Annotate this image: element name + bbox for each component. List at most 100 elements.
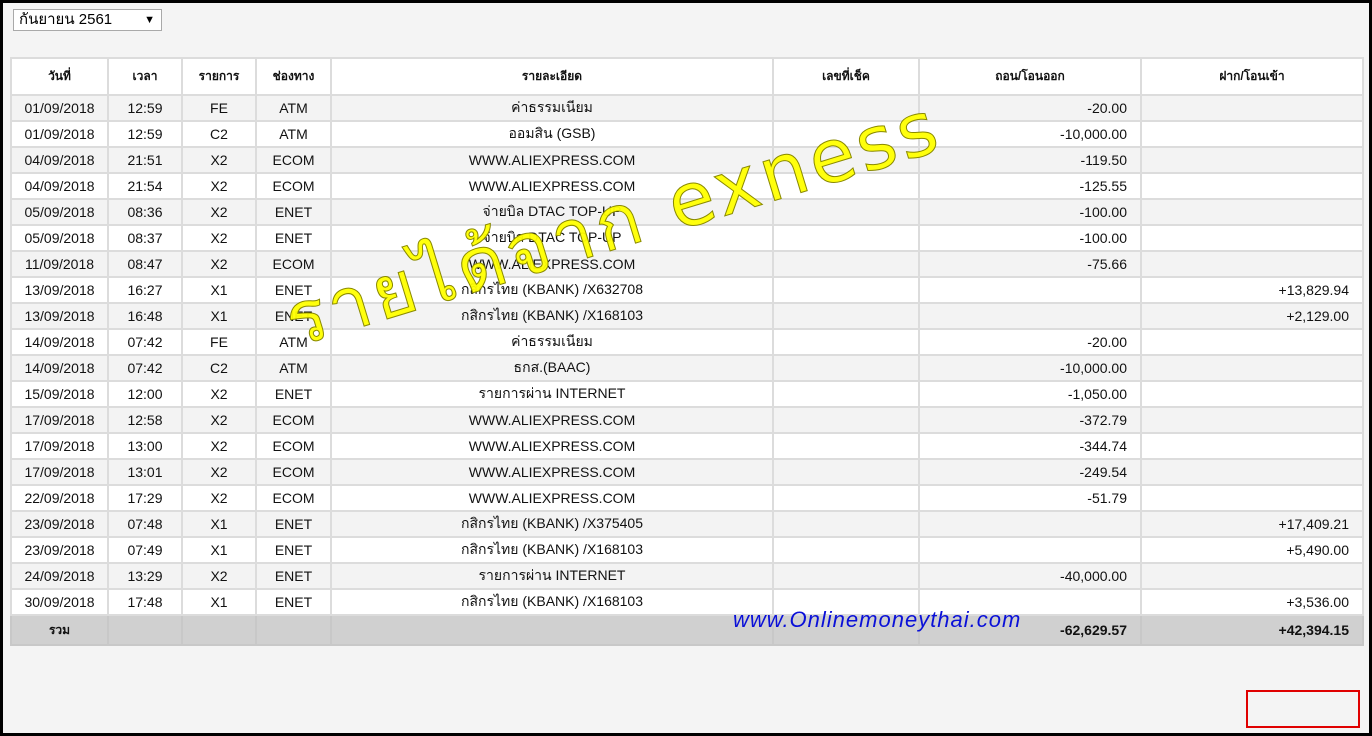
cell-code: X2	[181, 458, 257, 486]
cell-withdraw: -100.00	[918, 224, 1142, 252]
cell-deposit	[1140, 484, 1364, 512]
month-select-value: กันยายน 2561	[19, 11, 113, 28]
total-empty-cell	[107, 614, 183, 646]
cell-date: 23/09/2018	[10, 536, 109, 564]
cell-code: FE	[181, 94, 257, 122]
cell-deposit	[1140, 458, 1364, 486]
cell-deposit: +2,129.00	[1140, 302, 1364, 330]
cell-withdraw: -100.00	[918, 198, 1142, 226]
table-row: 01/09/2018 12:59 C2 ATM ออมสิน (GSB) -10,000.…	[10, 120, 1364, 148]
cell-channel: ECOM	[255, 250, 332, 278]
cell-time: 16:27	[107, 276, 183, 304]
cell-code: X2	[181, 250, 257, 278]
header-detail: รายละเอียด	[330, 57, 774, 96]
cell-date: 05/09/2018	[10, 198, 109, 226]
cell-channel: ECOM	[255, 458, 332, 486]
cell-date: 17/09/2018	[10, 458, 109, 486]
cell-detail: ออมสิน (GSB)	[330, 120, 774, 148]
cell-withdraw: -10,000.00	[918, 120, 1142, 148]
cell-deposit	[1140, 94, 1364, 122]
table-row: 24/09/2018 13:29 X2 ENET รายการผ่าน INTERNET…	[10, 562, 1364, 590]
cell-withdraw: -40,000.00	[918, 562, 1142, 590]
cell-deposit	[1140, 328, 1364, 356]
table-row: 13/09/2018 16:48 X1 ENET กสิกรไทย (KBANK) /X…	[10, 302, 1364, 330]
cell-date: 13/09/2018	[10, 302, 109, 330]
total-empty-cell	[330, 614, 774, 646]
month-select[interactable]: กันยายน 2561 ▼	[13, 9, 162, 31]
cell-deposit	[1140, 250, 1364, 278]
cell-deposit	[1140, 172, 1364, 200]
cell-time: 08:47	[107, 250, 183, 278]
cell-detail: กสิกรไทย (KBANK) /X168103	[330, 588, 774, 616]
cell-code: X2	[181, 198, 257, 226]
cell-code: X1	[181, 588, 257, 616]
cell-withdraw: -125.55	[918, 172, 1142, 200]
cell-channel: ATM	[255, 94, 332, 122]
table-row: 05/09/2018 08:36 X2 ENET จ่ายบิล DTAC TOP-UP…	[10, 198, 1364, 226]
cell-cheque	[772, 172, 920, 200]
cell-date: 14/09/2018	[10, 354, 109, 382]
table-row: 17/09/2018 13:01 X2 ECOM WWW.ALIEXPRESS.COM -…	[10, 458, 1364, 486]
cell-channel: ENET	[255, 562, 332, 590]
table-row: 17/09/2018 12:58 X2 ECOM WWW.ALIEXPRESS.COM -…	[10, 406, 1364, 434]
cell-deposit	[1140, 146, 1364, 174]
total-empty-cell	[255, 614, 332, 646]
cell-detail: WWW.ALIEXPRESS.COM	[330, 172, 774, 200]
cell-time: 12:59	[107, 94, 183, 122]
table-row: 14/09/2018 07:42 FE ATM ค่าธรรมเนียม -20.00	[10, 328, 1364, 356]
cell-withdraw: -249.54	[918, 458, 1142, 486]
cell-code: X1	[181, 510, 257, 538]
header-deposit: ฝาก/โอนเข้า	[1140, 57, 1364, 96]
cell-channel: ATM	[255, 354, 332, 382]
cell-date: 04/09/2018	[10, 146, 109, 174]
cell-date: 01/09/2018	[10, 94, 109, 122]
cell-code: X2	[181, 406, 257, 434]
cell-withdraw: -75.66	[918, 250, 1142, 278]
cell-code: X2	[181, 380, 257, 408]
cell-detail: กสิกรไทย (KBANK) /X168103	[330, 302, 774, 330]
total-empty-cell	[181, 614, 257, 646]
cell-code: X2	[181, 562, 257, 590]
header-time: เวลา	[107, 57, 183, 96]
cell-code: X2	[181, 484, 257, 512]
total-deposit: +42,394.15	[1140, 614, 1364, 646]
cell-deposit	[1140, 120, 1364, 148]
cell-code: X2	[181, 146, 257, 174]
cell-code: X2	[181, 224, 257, 252]
cell-detail: รายการผ่าน INTERNET	[330, 380, 774, 408]
cell-code: C2	[181, 120, 257, 148]
cell-time: 17:48	[107, 588, 183, 616]
cell-code: X2	[181, 172, 257, 200]
cell-code: X1	[181, 276, 257, 304]
cell-date: 24/09/2018	[10, 562, 109, 590]
cell-time: 12:59	[107, 120, 183, 148]
cell-date: 17/09/2018	[10, 432, 109, 460]
cell-detail: กสิกรไทย (KBANK) /X375405	[330, 510, 774, 538]
cell-date: 04/09/2018	[10, 172, 109, 200]
statement-table: วันที่ เวลา รายการ ช่องทาง รายละเอียด เล…	[10, 57, 1364, 646]
cell-deposit	[1140, 198, 1364, 226]
cell-channel: ATM	[255, 120, 332, 148]
cell-date: 11/09/2018	[10, 250, 109, 278]
cell-detail: จ่ายบิล DTAC TOP-UP	[330, 198, 774, 226]
cell-time: 13:01	[107, 458, 183, 486]
cell-date: 13/09/2018	[10, 276, 109, 304]
cell-detail: ธกส.(BAAC)	[330, 354, 774, 382]
cell-code: FE	[181, 328, 257, 356]
cell-date: 05/09/2018	[10, 224, 109, 252]
cell-withdraw: -10,000.00	[918, 354, 1142, 382]
table-row: 22/09/2018 17:29 X2 ECOM WWW.ALIEXPRESS.COM -…	[10, 484, 1364, 512]
cell-cheque	[772, 224, 920, 252]
cell-detail: WWW.ALIEXPRESS.COM	[330, 406, 774, 434]
cell-time: 13:00	[107, 432, 183, 460]
header-channel: ช่องทาง	[255, 57, 332, 96]
cell-detail: WWW.ALIEXPRESS.COM	[330, 146, 774, 174]
cell-code: X2	[181, 432, 257, 460]
cell-withdraw: -372.79	[918, 406, 1142, 434]
cell-channel: ENET	[255, 510, 332, 538]
cell-time: 07:49	[107, 536, 183, 564]
cell-time: 21:54	[107, 172, 183, 200]
cell-time: 16:48	[107, 302, 183, 330]
cell-deposit: +3,536.00	[1140, 588, 1364, 616]
cell-cheque	[772, 536, 920, 564]
